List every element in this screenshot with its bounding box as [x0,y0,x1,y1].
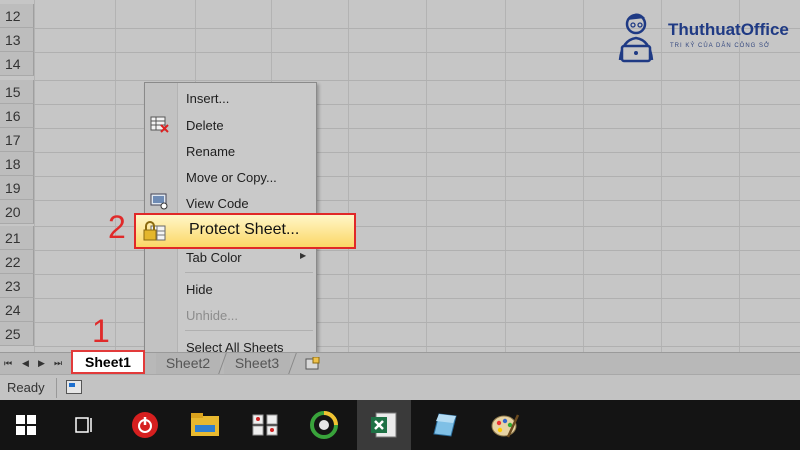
protect-sheet-label: Protect Sheet... [189,221,300,238]
lock-icon [143,221,166,241]
row-header[interactable]: 12 [0,4,34,28]
menu-item-unhide: Unhide... [186,308,239,323]
next-sheet-icon[interactable]: ▶ [38,358,45,369]
menu-item-insert[interactable]: Insert... [186,91,229,106]
paint-app-icon [491,414,520,438]
menu-item-hide[interactable]: Hide [186,282,213,297]
row-header[interactable]: 22 [0,250,34,274]
status-ready: Ready [7,380,45,395]
sheet-tab-sheet2[interactable]: Sheet2 [156,353,220,374]
row-header[interactable]: 14 [0,52,34,76]
macro-recording-icon[interactable] [66,380,82,394]
browser-app-button[interactable] [297,400,351,450]
notes-app-button[interactable] [417,400,471,450]
menu-item-tab-color[interactable]: Tab Color [186,250,242,265]
row-header[interactable]: 16 [0,104,34,128]
file-explorer-icon [191,413,219,436]
excel-taskbar-button[interactable] [357,400,411,450]
step-1-label: 1 [92,313,110,349]
power-app-button[interactable] [117,400,171,450]
task-view-icon [75,417,92,433]
excel-icon [371,412,397,438]
power-app-icon [132,412,158,438]
browser-app-icon [310,411,338,439]
logo-tagline: TRI KỶ CỦA DÂN CÔNG SỞ [670,43,771,49]
taskbar [0,400,800,450]
insert-sheet-icon[interactable] [304,357,322,371]
delete-sheet-icon [150,116,169,133]
row-header[interactable]: 20 [0,200,34,224]
file-explorer-button[interactable] [177,400,231,450]
task-view-button[interactable] [56,400,110,450]
row-header[interactable]: 13 [0,28,34,52]
menu-item-protect-sheet[interactable]: Protect Sheet... [134,213,356,249]
worksheet-grid[interactable]: 12 13 14 15 16 17 18 19 20 21 22 23 24 2… [0,0,800,352]
keyboard-app-icon [252,414,278,436]
menu-item-view-code[interactable]: View Code [186,196,249,211]
row-header[interactable]: 25 [0,322,34,346]
row-header[interactable]: 18 [0,152,34,176]
row-header[interactable]: 23 [0,274,34,298]
step-2-label: 2 [108,209,126,245]
row-header[interactable]: 19 [0,176,34,200]
row-header[interactable]: 17 [0,128,34,152]
menu-item-rename[interactable]: Rename [186,144,235,159]
windows-start-button[interactable] [0,400,54,450]
keyboard-app-button[interactable] [237,400,291,450]
first-sheet-icon[interactable]: ⏮ [4,358,12,369]
menu-item-move-or-copy[interactable]: Move or Copy... [186,170,277,185]
last-sheet-icon[interactable]: ⏭ [54,358,62,369]
thuthuatoffice-logo-icon [618,13,654,63]
view-code-icon [150,193,168,210]
submenu-arrow-icon: ▶ [300,251,307,260]
sheet-tab-sheet1[interactable]: Sheet1 [71,350,145,374]
row-header[interactable]: 21 [0,226,34,250]
paint-app-button[interactable] [477,400,531,450]
logo-name: ThuthuatOffice [668,20,789,39]
prev-sheet-icon[interactable]: ◀ [22,358,29,369]
row-header[interactable]: 15 [0,80,34,104]
notes-app-icon [433,413,457,437]
menu-item-delete[interactable]: Delete [186,118,224,133]
screen: 12 13 14 15 16 17 18 19 20 21 22 23 24 2… [0,0,800,450]
sheet-tab-sheet3[interactable]: Sheet3 [224,353,290,374]
row-header[interactable]: 24 [0,298,34,322]
sheet-tab-bar: ⏮ ◀ ▶ ⏭ Sheet2 Sheet3 Sheet1 [0,350,800,374]
windows-start-icon [16,415,36,435]
status-bar: Ready [0,374,800,400]
